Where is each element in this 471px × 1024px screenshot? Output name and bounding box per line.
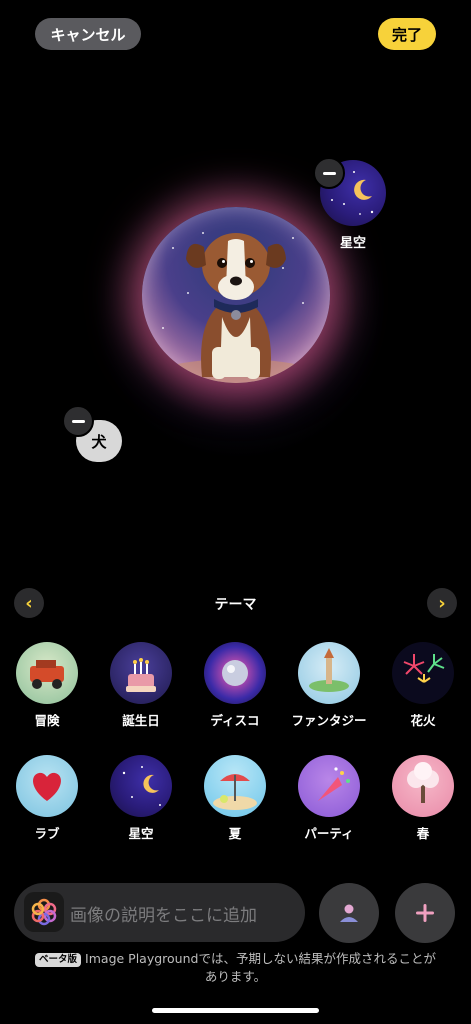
beach-umbrella-icon bbox=[204, 755, 266, 817]
person-button[interactable] bbox=[319, 883, 379, 943]
chip-label: 星空 bbox=[339, 236, 366, 251]
theme-label: 冒険 bbox=[34, 713, 60, 728]
plus-icon bbox=[416, 904, 434, 922]
prompt-input[interactable]: 画像の説明をここに追加 bbox=[70, 901, 257, 926]
red-jeep-icon bbox=[16, 642, 78, 704]
image-playground-icon bbox=[24, 892, 64, 932]
dog-illustration bbox=[156, 233, 316, 383]
theme-label: 花火 bbox=[410, 713, 436, 728]
theme-fireworks[interactable]: 花火 bbox=[378, 642, 468, 729]
birthday-cake-icon bbox=[110, 642, 172, 704]
blossom-tree-icon bbox=[392, 755, 454, 817]
add-button[interactable] bbox=[395, 883, 455, 943]
prompt-input-container[interactable]: 画像の説明をここに追加 bbox=[14, 883, 305, 942]
beta-notice: ベータ版 Image Playgroundでは、予期しない結果が作成されることがあ… bbox=[30, 950, 441, 986]
fireworks-icon bbox=[392, 642, 454, 704]
home-indicator[interactable] bbox=[152, 1008, 319, 1013]
starry-sky-icon bbox=[110, 755, 172, 817]
theme-summer[interactable]: 夏 bbox=[190, 755, 280, 842]
cancel-button[interactable]: キャンセル bbox=[35, 18, 141, 50]
theme-birthday[interactable]: 誕生日 bbox=[96, 642, 186, 729]
heart-balloon-icon bbox=[16, 755, 78, 817]
theme-label: 春 bbox=[416, 826, 430, 841]
theme-section-title: テーマ bbox=[214, 597, 257, 613]
theme-label: ファンタジー bbox=[291, 713, 367, 728]
chevron-right-icon: › bbox=[438, 592, 446, 614]
theme-prev-button[interactable]: ‹ bbox=[14, 588, 44, 618]
remove-starry-sky-button[interactable] bbox=[313, 157, 345, 189]
theme-fantasy[interactable]: ファンタジー bbox=[284, 642, 374, 729]
theme-label: 誕生日 bbox=[122, 713, 160, 728]
chevron-left-icon: ‹ bbox=[25, 592, 33, 614]
theme-disco[interactable]: ディスコ bbox=[190, 642, 280, 729]
beta-notice-text: Image Playgroundでは、予期しない結果が作成されることがあります。 bbox=[85, 951, 436, 984]
beta-badge: ベータ版 bbox=[35, 953, 82, 967]
theme-adventure[interactable]: 冒険 bbox=[2, 642, 92, 729]
theme-starry-sky[interactable]: 星空 bbox=[96, 755, 186, 842]
person-icon bbox=[340, 904, 358, 922]
theme-label: 夏 bbox=[228, 826, 242, 841]
theme-label: ディスコ bbox=[210, 713, 260, 728]
disco-ball-icon bbox=[204, 642, 266, 704]
theme-spring[interactable]: 春 bbox=[378, 755, 468, 842]
theme-label: 星空 bbox=[128, 826, 154, 841]
theme-party[interactable]: パーティ bbox=[284, 755, 374, 842]
preview-image[interactable] bbox=[142, 207, 330, 383]
theme-label: ラブ bbox=[34, 826, 60, 841]
party-horn-icon bbox=[298, 755, 360, 817]
fantasy-castle-icon bbox=[298, 642, 360, 704]
theme-next-button[interactable]: › bbox=[427, 588, 457, 618]
remove-dog-button[interactable] bbox=[62, 405, 94, 437]
chip-label: 犬 bbox=[91, 432, 107, 451]
done-button[interactable]: 完了 bbox=[378, 18, 436, 50]
theme-label: パーティ bbox=[304, 826, 354, 841]
theme-love[interactable]: ラブ bbox=[2, 755, 92, 842]
